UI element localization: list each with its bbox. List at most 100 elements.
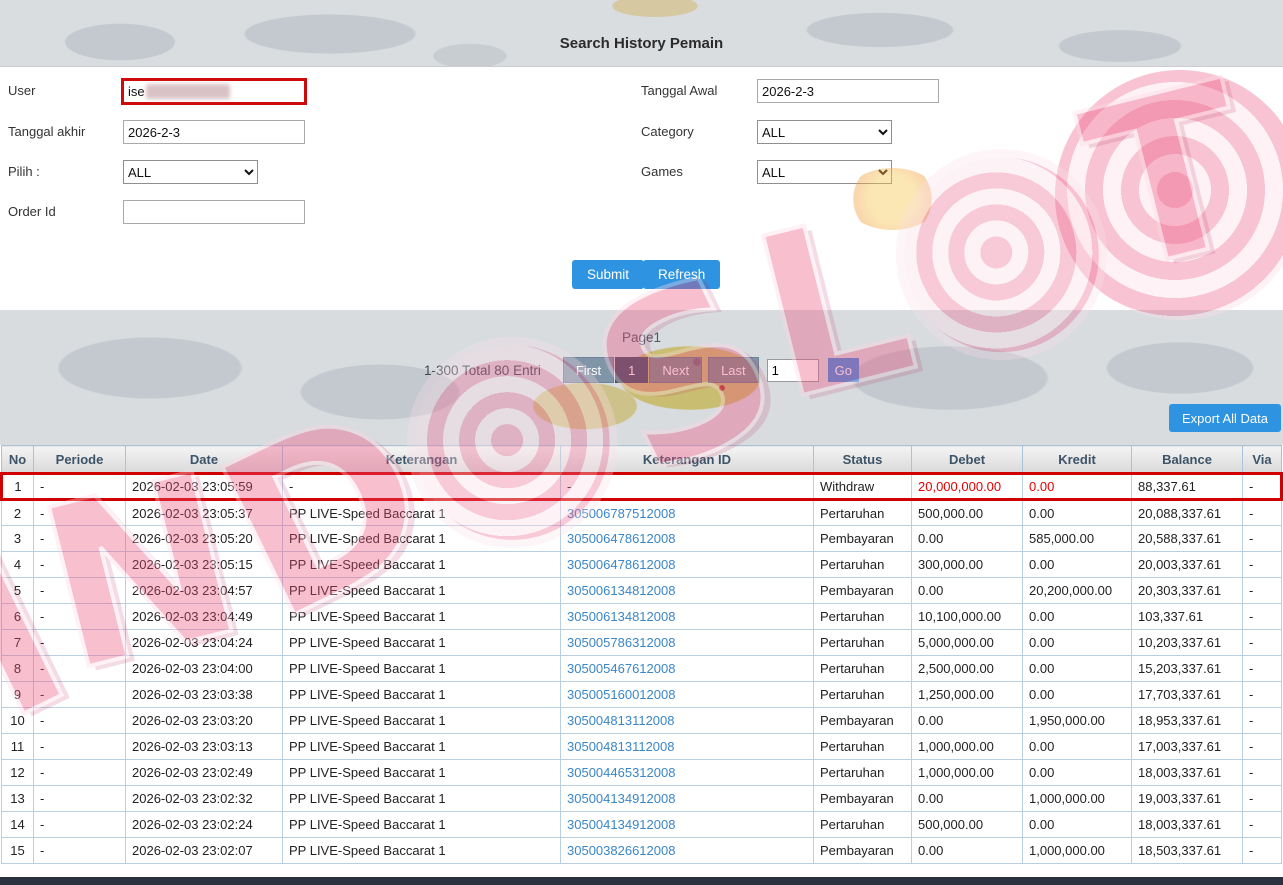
cell-via: - <box>1242 629 1282 656</box>
games-select[interactable]: ALL <box>757 160 892 184</box>
cell-keterangan-id[interactable]: 305006787512008 <box>560 499 814 526</box>
cell-debet: 500,000.00 <box>911 499 1023 526</box>
cell-no: 9 <box>1 681 34 708</box>
cell-balance: 18,003,337.61 <box>1131 759 1243 786</box>
cell-via: - <box>1242 707 1282 734</box>
column-header: Keterangan ID <box>560 445 814 474</box>
column-header: Kredit <box>1022 445 1132 474</box>
cell-keterangan-id[interactable]: 305006134812008 <box>560 577 814 604</box>
cell-via: - <box>1242 603 1282 630</box>
column-header: Date <box>125 445 283 474</box>
cell-keterangan-id[interactable]: 305006478612008 <box>560 551 814 578</box>
submit-button[interactable]: Submit <box>572 260 645 289</box>
cell-debet: 5,000,000.00 <box>911 629 1023 656</box>
cell-kredit: 0.00 <box>1022 472 1132 501</box>
pagination-section: Page1 1-300 Total 80 Entri First 1 Next … <box>0 310 1283 445</box>
cell-debet: 10,100,000.00 <box>911 603 1023 630</box>
table-row: 6-2026-02-03 23:04:49 PP LIVE-Speed Bacca… <box>1 603 1282 630</box>
table-row: 2-2026-02-03 23:05:37 PP LIVE-Speed Bacca… <box>1 499 1282 526</box>
current-page-button[interactable]: 1 <box>615 357 649 383</box>
cell-debet: 0.00 <box>911 837 1023 864</box>
cell-kredit: 0.00 <box>1022 551 1132 578</box>
cell-keterangan-id[interactable]: 305006478612008 <box>560 525 814 552</box>
column-header: Balance <box>1131 445 1243 474</box>
cell-kredit: 0.00 <box>1022 811 1132 838</box>
cell-kredit: 0.00 <box>1022 655 1132 682</box>
tanggal-awal-input[interactable] <box>757 79 939 103</box>
cell-status: Pembayaran <box>813 525 912 552</box>
cell-keterangan-id[interactable]: 305004813112008 <box>560 733 814 760</box>
goto-page-input[interactable] <box>766 358 819 382</box>
search-form: User ise Tanggal Awal Tanggal akhir Cate… <box>0 67 1283 310</box>
next-page-button[interactable]: Next <box>649 357 703 383</box>
cell-periode: - <box>33 707 126 734</box>
cell-keterangan-id[interactable]: 305006134812008 <box>560 603 814 630</box>
cell-kredit: 0.00 <box>1022 681 1132 708</box>
cell-balance: 17,703,337.61 <box>1131 681 1243 708</box>
cell-keterangan-id[interactable]: 305005160012008 <box>560 681 814 708</box>
category-select[interactable]: ALL <box>757 120 892 144</box>
order-id-label: Order Id <box>8 204 56 219</box>
table-row: 9-2026-02-03 23:03:38 PP LIVE-Speed Bacca… <box>1 681 1282 708</box>
cell-via: - <box>1242 525 1282 552</box>
cell-balance: 19,003,337.61 <box>1131 785 1243 812</box>
go-button[interactable]: Go <box>827 358 859 382</box>
cell-keterangan-id[interactable]: 305004134912008 <box>560 785 814 812</box>
cell-no: 4 <box>1 551 34 578</box>
cell-keterangan: PP LIVE-Speed Baccarat 1 <box>282 837 561 864</box>
cell-keterangan-id[interactable]: 305005786312008 <box>560 629 814 656</box>
cell-no: 5 <box>1 577 34 604</box>
cell-date: 2026-02-03 23:04:49 <box>125 603 283 630</box>
cell-keterangan: PP LIVE-Speed Baccarat 1 <box>282 525 561 552</box>
entries-summary: 1-300 Total 80 Entri <box>424 362 541 378</box>
cell-date: 2026-02-03 23:05:37 <box>125 499 283 526</box>
cell-no: 3 <box>1 525 34 552</box>
cell-keterangan: PP LIVE-Speed Baccarat 1 <box>282 551 561 578</box>
export-all-data-button[interactable]: Export All Data <box>1169 404 1281 432</box>
first-page-button[interactable]: First <box>562 357 615 383</box>
cell-via: - <box>1242 551 1282 578</box>
table-row: 14-2026-02-03 23:02:24 PP LIVE-Speed Bacc… <box>1 811 1282 838</box>
cell-no: 14 <box>1 811 34 838</box>
cell-date: 2026-02-03 23:05:15 <box>125 551 283 578</box>
cell-debet: 0.00 <box>911 577 1023 604</box>
cell-periode: - <box>33 629 126 656</box>
last-page-button[interactable]: Last <box>708 357 759 383</box>
cell-keterangan-id: - <box>560 472 814 501</box>
user-input[interactable]: ise <box>121 78 307 105</box>
cell-date: 2026-02-03 23:04:57 <box>125 577 283 604</box>
cell-keterangan-id[interactable]: 305004134912008 <box>560 811 814 838</box>
pagination-controls: 1-300 Total 80 Entri First 1 Next Last G… <box>0 356 1283 384</box>
tanggal-akhir-input[interactable] <box>123 120 305 144</box>
cell-via: - <box>1242 499 1282 526</box>
cell-kredit: 0.00 <box>1022 603 1132 630</box>
cell-keterangan: PP LIVE-Speed Baccarat 1 <box>282 603 561 630</box>
cell-keterangan-id[interactable]: 305004813112008 <box>560 707 814 734</box>
cell-status: Pembayaran <box>813 785 912 812</box>
pilih-select[interactable]: ALL <box>123 160 258 184</box>
cell-keterangan-id[interactable]: 305005467612008 <box>560 655 814 682</box>
table-row: 4 - 2026-02-03 23:05:15 PP LIVE-Speed Bacca… <box>1 551 1282 578</box>
cell-keterangan-id[interactable]: 305004465312008 <box>560 759 814 786</box>
cell-date: 2026-02-03 23:02:49 <box>125 759 283 786</box>
cell-debet: 0.00 <box>911 707 1023 734</box>
order-id-input[interactable] <box>123 200 305 224</box>
cell-keterangan: - <box>282 472 561 501</box>
table-row: 3-2026-02-03 23:05:20 PP LIVE-Speed Bacca… <box>1 525 1282 552</box>
table-row: 1-2026-02-03 23:05:59- - Withdraw 20,000,00… <box>0 472 1283 501</box>
cell-kredit: 0.00 <box>1022 499 1132 526</box>
cell-balance: 20,588,337.61 <box>1131 525 1243 552</box>
cell-periode: - <box>33 655 126 682</box>
refresh-button[interactable]: Refresh <box>643 260 721 289</box>
cell-no: 7 <box>1 629 34 656</box>
cell-status: Pertaruhan <box>813 551 912 578</box>
cell-debet: 20,000,000.00 <box>911 472 1023 501</box>
cell-no: 12 <box>1 759 34 786</box>
cell-keterangan: PP LIVE-Speed Baccarat 1 <box>282 707 561 734</box>
cell-periode: - <box>33 733 126 760</box>
cell-kredit: 1,000,000.00 <box>1022 785 1132 812</box>
cell-balance: 103,337.61 <box>1131 603 1243 630</box>
cell-balance: 15,203,337.61 <box>1131 655 1243 682</box>
cell-status: Pembayaran <box>813 707 912 734</box>
cell-keterangan-id[interactable]: 305003826612008 <box>560 837 814 864</box>
